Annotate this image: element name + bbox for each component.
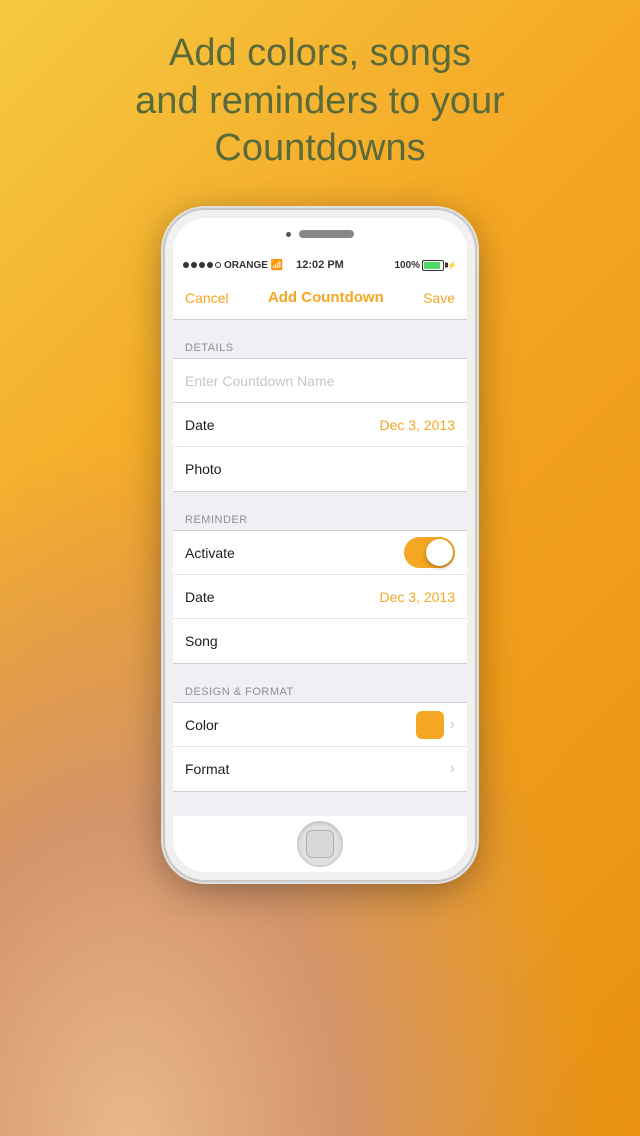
signal-dots <box>183 262 221 268</box>
camera-area <box>286 230 354 238</box>
color-row[interactable]: Color › <box>173 703 467 747</box>
battery-area: 100% ⚡ <box>394 260 457 271</box>
nav-title: Add Countdown <box>268 289 384 306</box>
front-camera <box>286 232 291 237</box>
signal-dot-3 <box>199 262 205 268</box>
signal-dot-5 <box>215 262 221 268</box>
details-table: Enter Countdown Name Date Dec 3, 2013 Ph… <box>173 358 467 492</box>
reminder-date-row[interactable]: Date Dec 3, 2013 <box>173 575 467 619</box>
name-input-row[interactable]: Enter Countdown Name <box>173 359 467 403</box>
date-label: Date <box>185 417 215 433</box>
details-section: DETAILS Enter Countdown Name Date Dec 3,… <box>173 334 467 492</box>
toggle-knob <box>426 539 453 566</box>
carrier-label: ORANGE <box>224 260 268 271</box>
design-table: Color › Format › <box>173 702 467 792</box>
cancel-button[interactable]: Cancel <box>185 290 229 306</box>
home-button[interactable] <box>297 821 343 867</box>
reminder-table: Activate Date Dec 3, 2013 Song <box>173 530 467 664</box>
color-chevron-icon: › <box>450 716 455 734</box>
format-label: Format <box>185 761 229 777</box>
activate-toggle[interactable] <box>404 537 455 568</box>
design-header: DESIGN & FORMAT <box>173 678 467 702</box>
time-display: 12:02 PM <box>296 259 344 271</box>
name-placeholder[interactable]: Enter Countdown Name <box>185 373 334 389</box>
photo-label: Photo <box>185 461 222 477</box>
photo-row[interactable]: Photo <box>173 447 467 491</box>
activate-row[interactable]: Activate <box>173 531 467 575</box>
signal-area: ORANGE 📶 <box>183 260 283 271</box>
color-label: Color <box>185 717 218 733</box>
signal-dot-4 <box>207 262 213 268</box>
charging-icon: ⚡ <box>447 261 457 270</box>
reminder-section: REMINDER Activate Date Dec 3, 2013 <box>173 506 467 664</box>
phone-frame: ORANGE 📶 12:02 PM 100% ⚡ Cancel Add Coun… <box>165 210 475 880</box>
headline: Add colors, songs and reminders to your … <box>0 30 640 173</box>
signal-dot-1 <box>183 262 189 268</box>
status-bar: ORANGE 📶 12:02 PM 100% ⚡ <box>173 254 467 276</box>
song-label: Song <box>185 633 218 649</box>
wifi-icon: 📶 <box>271 260 283 271</box>
signal-dot-2 <box>191 262 197 268</box>
battery-icon <box>422 260 444 271</box>
date-row[interactable]: Date Dec 3, 2013 <box>173 403 467 447</box>
phone-inner: ORANGE 📶 12:02 PM 100% ⚡ Cancel Add Coun… <box>173 218 467 872</box>
format-chevron-icon: › <box>450 760 455 778</box>
date-value: Dec 3, 2013 <box>380 417 456 433</box>
color-right: › <box>416 711 455 739</box>
reminder-header: REMINDER <box>173 506 467 530</box>
reminder-date-value: Dec 3, 2013 <box>380 589 456 605</box>
save-button[interactable]: Save <box>423 290 455 306</box>
home-button-inner <box>306 830 334 858</box>
screen-content[interactable]: Cancel Add Countdown Save DETAILS Enter … <box>173 276 467 816</box>
bottom-bezel <box>173 816 467 872</box>
activate-label: Activate <box>185 545 235 561</box>
battery-percent: 100% <box>394 260 420 271</box>
design-section: DESIGN & FORMAT Color › Format › <box>173 678 467 792</box>
battery-fill <box>424 262 440 269</box>
bottom-spacer <box>173 792 467 812</box>
details-header: DETAILS <box>173 334 467 358</box>
format-row[interactable]: Format › <box>173 747 467 791</box>
song-row[interactable]: Song <box>173 619 467 663</box>
color-swatch[interactable] <box>416 711 444 739</box>
reminder-date-label: Date <box>185 589 215 605</box>
earpiece-speaker <box>299 230 354 238</box>
